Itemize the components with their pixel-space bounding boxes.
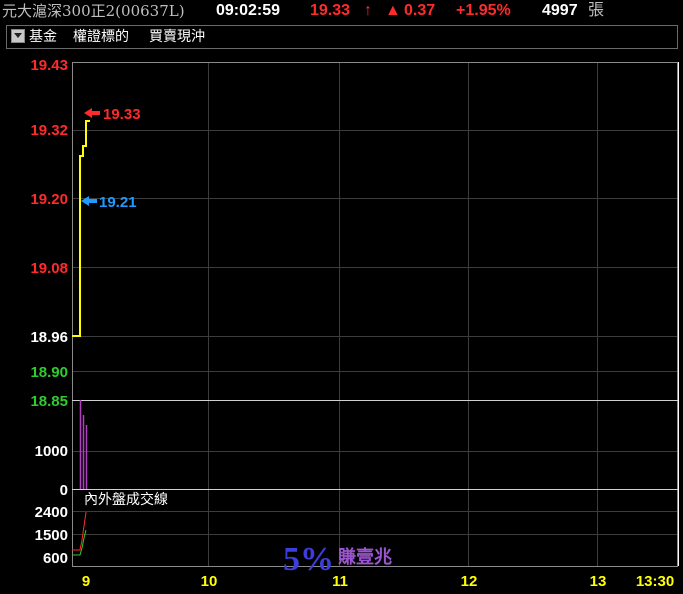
- flow-axis: 2400 1500 600: [35, 504, 68, 567]
- security-name[interactable]: 元大滬深300正2(00637L): [2, 0, 185, 22]
- tool-menu-bar: 基金 權證標的 買賣現沖: [6, 25, 678, 49]
- inner-flow-line: [72, 529, 87, 556]
- menu-item-day-trade[interactable]: 買賣現沖: [149, 26, 205, 46]
- volume-unit: 張: [588, 2, 605, 19]
- price-label: 19.08: [30, 260, 68, 277]
- high-price-label: 19.33: [103, 106, 141, 123]
- intraday-chart[interactable]: 19.43 19.32 19.20 19.08 18.96 18.90 18.8…: [0, 50, 683, 594]
- time-label: 12: [461, 573, 478, 590]
- time-label: 13:30: [636, 573, 674, 590]
- time-label: 10: [201, 573, 218, 590]
- watermark-big: 5%: [283, 541, 334, 578]
- quote-time: 09:02:59: [216, 2, 281, 19]
- menu-item-fund[interactable]: 基金: [29, 26, 57, 46]
- horizontal-grid: [72, 130, 678, 535]
- last-price: 19.33: [310, 2, 351, 19]
- price-label: 18.96: [30, 329, 68, 346]
- total-volume: 4997: [542, 2, 578, 19]
- volume-label: 1000: [35, 443, 68, 460]
- price-axis: 19.43 19.32 19.20 19.08 18.96 18.90 18.8…: [30, 57, 68, 410]
- price-label: 19.32: [30, 122, 68, 139]
- flow-label: 600: [43, 550, 68, 567]
- price-change: 0.37: [404, 2, 436, 19]
- volume-axis: 1000 0: [35, 443, 68, 499]
- menu-item-warrant-underlying[interactable]: 權證標的: [73, 26, 129, 46]
- up-triangle-icon: ▲: [385, 2, 401, 19]
- flow-lines: [72, 511, 87, 556]
- outer-flow-line: [72, 511, 87, 551]
- flow-label: 2400: [35, 504, 68, 521]
- dropdown-toggle-icon[interactable]: [11, 29, 25, 43]
- time-label: 11: [332, 573, 348, 590]
- flow-label: 1500: [35, 527, 68, 544]
- high-price-marker: 19.33: [84, 106, 141, 123]
- avg-price-label: 19.21: [99, 194, 137, 211]
- price-label: 19.43: [30, 57, 68, 74]
- time-label: 9: [82, 573, 90, 590]
- time-axis: 9 10 11 12 13 13:30: [82, 573, 674, 590]
- price-line: [72, 120, 90, 337]
- flow-panel-title: 內外盤成交線: [84, 491, 168, 507]
- quote-header: 元大滬深300正2(00637L) 09:02:59 19.33 ↑ ▲ 0.3…: [0, 0, 683, 22]
- price-label: 19.20: [30, 191, 68, 208]
- volume-bars: [79, 400, 88, 489]
- vertical-grid: [208, 62, 598, 566]
- time-label: 13: [590, 573, 607, 590]
- watermark-small: 賺壹兆: [338, 546, 392, 568]
- avg-price-marker: 19.21: [81, 194, 137, 211]
- price-label: 18.85: [30, 393, 68, 410]
- price-label: 18.90: [30, 364, 68, 381]
- up-arrow-icon: ↑: [364, 2, 372, 19]
- volume-label: 0: [60, 482, 68, 499]
- percent-change: +1.95%: [456, 2, 511, 19]
